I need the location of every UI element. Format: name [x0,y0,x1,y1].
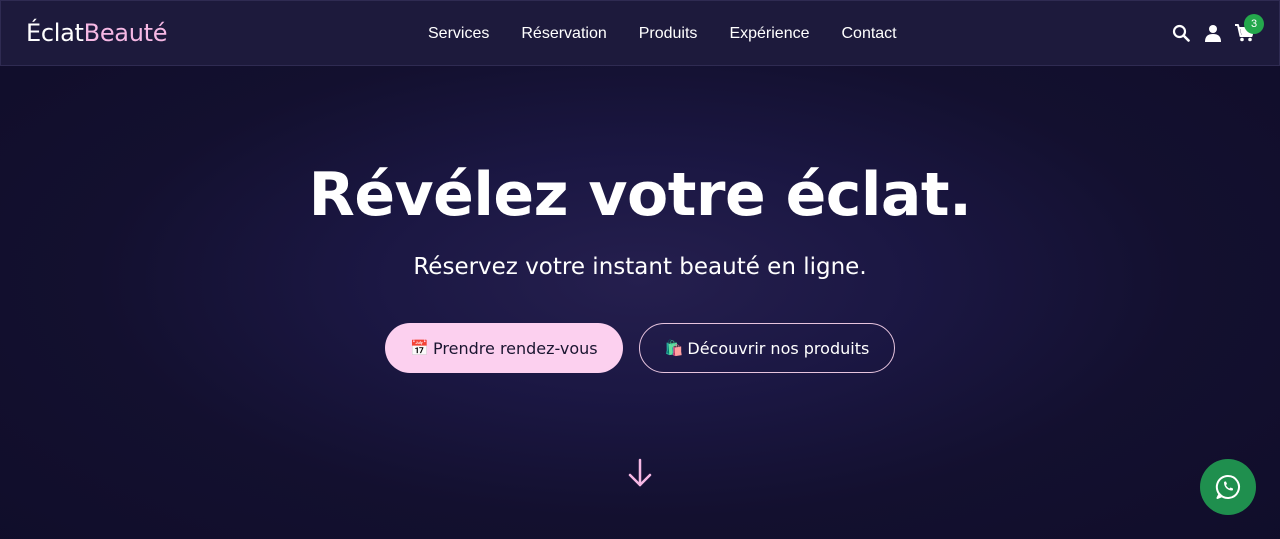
shopping-bags-icon: 🛍️ [664,339,684,357]
brand-logo[interactable]: ÉclatBeauté [26,19,167,47]
calendar-icon: 📅 [410,339,430,357]
nav-contact[interactable]: Contact [825,24,912,44]
scroll-down-arrow-icon[interactable] [626,457,654,489]
brand-name-part1: Éclat [26,19,84,47]
nav-services[interactable]: Services [412,24,505,44]
whatsapp-icon [1215,474,1240,499]
whatsapp-button[interactable] [1200,459,1256,515]
hero-subtitle: Réservez votre instant beauté en ligne. [413,254,867,280]
cart-count-badge: 3 [1244,14,1264,34]
brand-name-part2: Beauté [83,19,168,47]
hero-title: Révélez votre éclat. [308,160,972,230]
main-nav: Services Réservation Produits Expérience… [412,24,913,44]
cart-icon[interactable]: 3 [1235,14,1264,43]
nav-experience[interactable]: Expérience [713,24,825,44]
book-appointment-button[interactable]: 📅 Prendre rendez-vous [385,323,623,373]
nav-produits[interactable]: Produits [623,24,714,44]
discover-products-label: Découvrir nos produits [687,338,870,358]
site-header: ÉclatBeauté Services Réservation Produit… [0,0,1280,66]
nav-reservation[interactable]: Réservation [505,24,622,44]
book-appointment-label: Prendre rendez-vous [433,338,598,358]
user-icon[interactable] [1203,23,1223,43]
header-icons: 3 [1171,14,1264,43]
discover-products-button[interactable]: 🛍️ Découvrir nos produits [639,323,895,373]
search-icon[interactable] [1171,23,1191,43]
